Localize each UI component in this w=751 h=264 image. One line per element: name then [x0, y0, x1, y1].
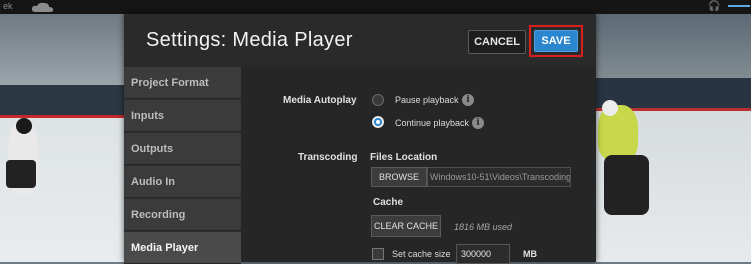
- set-cache-size-checkbox[interactable]: [372, 248, 384, 260]
- cache-used-text: 1816 MB used: [454, 222, 513, 232]
- sidebar-item-audio-in[interactable]: Audio In: [124, 166, 241, 198]
- info-icon[interactable]: i: [472, 117, 484, 129]
- radio-continue-playback[interactable]: [372, 116, 384, 128]
- media-autoplay-label: Media Autoplay: [283, 95, 357, 106]
- sidebar-item-inputs[interactable]: Inputs: [124, 100, 241, 132]
- cancel-button[interactable]: CANCEL: [468, 30, 526, 54]
- radio-pause-playback[interactable]: [372, 94, 384, 106]
- cloud-icon: [31, 2, 54, 12]
- transcoding-label: Transcoding: [298, 152, 358, 163]
- clear-cache-button[interactable]: CLEAR CACHE: [371, 215, 441, 237]
- headset-icon[interactable]: 🎧: [708, 1, 720, 12]
- settings-sidebar: Project Format Inputs Outputs Audio In R…: [124, 67, 241, 264]
- rink-boards-left: [0, 85, 124, 115]
- files-location-path[interactable]: Windows10-51\Videos\Transcoding\: [427, 167, 571, 187]
- goalie-pads: [604, 155, 649, 215]
- pause-playback-label: Pause playback: [395, 95, 459, 105]
- cache-size-input[interactable]: 300000: [456, 244, 510, 264]
- sidebar-item-media-player[interactable]: Media Player: [124, 232, 241, 264]
- dialog-header: Settings: Media Player CANCEL SAVE: [124, 14, 596, 67]
- hockey-player-helmet: [16, 118, 32, 134]
- volume-indicator: [728, 5, 750, 7]
- continue-playback-label: Continue playback: [395, 118, 470, 128]
- hockey-player-shorts: [6, 160, 36, 188]
- rink-boards-right: [596, 78, 751, 108]
- dialog-title: Settings: Media Player: [146, 29, 353, 51]
- browse-button[interactable]: BROWSE: [371, 167, 427, 187]
- rink-stripe-left: [0, 115, 124, 118]
- files-location-label: Files Location: [370, 152, 438, 163]
- goalie-helmet: [602, 100, 618, 116]
- cache-size-unit: MB: [523, 249, 537, 259]
- sidebar-item-project-format[interactable]: Project Format: [124, 67, 241, 99]
- sidebar-item-outputs[interactable]: Outputs: [124, 133, 241, 165]
- set-cache-size-label: Set cache size: [392, 249, 451, 259]
- top-bar: [0, 0, 751, 14]
- top-bar-text: ek: [3, 1, 13, 11]
- save-button[interactable]: SAVE: [534, 30, 578, 52]
- sidebar-item-recording[interactable]: Recording: [124, 199, 241, 231]
- cache-label: Cache: [373, 197, 404, 208]
- settings-dialog: Settings: Media Player CANCEL SAVE Proje…: [124, 14, 596, 264]
- info-icon[interactable]: i: [462, 94, 474, 106]
